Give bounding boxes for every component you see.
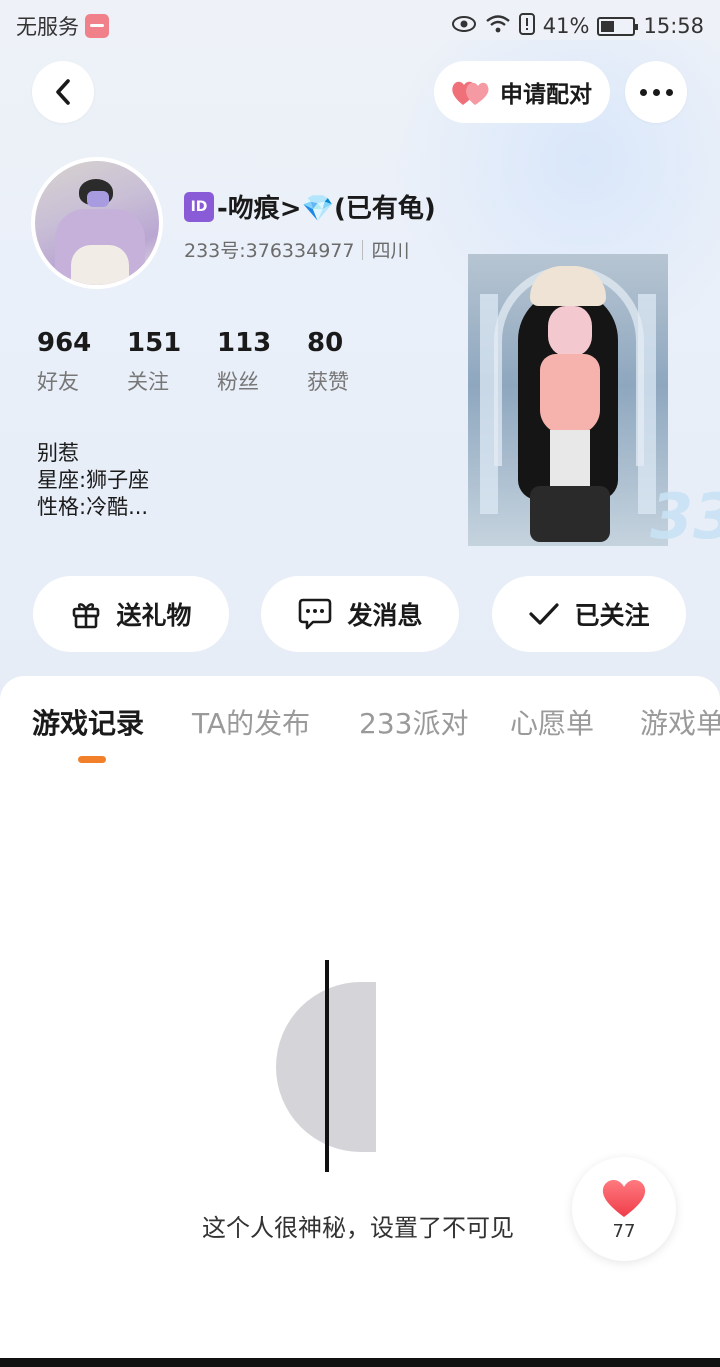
stat-label: 粉丝 [217, 370, 259, 394]
apply-pair-label: 申请配对 [500, 82, 592, 108]
account-id[interactable]: 233号:376334977 [184, 236, 354, 263]
battery-percent: 41% [542, 14, 590, 38]
stat-fans[interactable]: 113 粉丝 [217, 328, 307, 396]
stat-value: 151 [127, 328, 182, 358]
tab-game-records[interactable]: 游戏记录 [32, 702, 144, 742]
bio-line: 别惹 [37, 441, 79, 465]
bio: 别惹 星座:狮子座 性格:冷酷... [37, 440, 149, 521]
back-button[interactable] [32, 61, 94, 123]
eye-icon [451, 14, 477, 38]
stat-likes[interactable]: 80 获赞 [307, 328, 397, 396]
like-count: 77 [612, 1220, 636, 1242]
tab-233-party[interactable]: 233派对 [359, 702, 468, 742]
clock: 15:58 [643, 14, 704, 38]
send-gift-button[interactable]: 送礼物 [33, 576, 229, 652]
double-heart-icon [452, 81, 489, 105]
heart-icon [602, 1179, 646, 1217]
chevron-left-icon [56, 79, 70, 105]
more-options-button[interactable] [625, 61, 687, 123]
send-message-label: 发消息 [347, 601, 423, 630]
system-nav-bar [0, 1358, 720, 1367]
stat-label: 获赞 [307, 370, 349, 394]
bio-line: 星座:狮子座 [37, 468, 150, 492]
stats-row: 964 好友 151 关注 113 粉丝 80 获赞 [37, 328, 397, 396]
apply-pair-button[interactable]: 申请配对 [434, 61, 610, 123]
figure-stage-badge: 33 [650, 480, 720, 553]
carrier-text: 无服务 [16, 15, 79, 39]
meta-divider [362, 239, 364, 260]
send-message-button[interactable]: 发消息 [261, 576, 459, 652]
stat-label: 关注 [127, 370, 169, 394]
status-bar: 无服务 41% 15:58 [0, 0, 720, 52]
status-left: 无服务 [16, 11, 109, 41]
chat-bubble-icon [299, 598, 332, 630]
stat-value: 964 [37, 328, 92, 358]
app-notification-icon [85, 14, 109, 38]
following-label: 已关注 [574, 601, 650, 630]
stat-following[interactable]: 151 关注 [127, 328, 217, 396]
active-tab-indicator [78, 756, 106, 763]
more-dots-icon [639, 88, 673, 96]
region: 四川 [371, 240, 410, 262]
nickname-row: ID -吻痕>💎(已有龟) [184, 188, 436, 225]
privacy-empty-illustration [276, 960, 396, 1172]
alert-icon [518, 12, 535, 40]
send-gift-label: 送礼物 [116, 601, 192, 630]
nickname: -吻痕>💎(已有龟) [217, 194, 436, 224]
gift-icon [73, 603, 100, 629]
battery-icon [597, 16, 639, 36]
character-avatar-figure[interactable] [468, 254, 668, 546]
checkmark-icon [529, 603, 560, 625]
bio-line: 性格:冷酷... [37, 495, 149, 519]
battery-fill [601, 20, 614, 32]
tab-game-list[interactable]: 游戏单 [640, 702, 720, 742]
stat-friends[interactable]: 964 好友 [37, 328, 127, 396]
stat-value: 113 [217, 328, 272, 358]
avatar[interactable] [31, 157, 163, 289]
stat-label: 好友 [37, 370, 79, 394]
wifi-icon [485, 14, 511, 39]
following-button[interactable]: 已关注 [492, 576, 686, 652]
like-button[interactable]: 77 [572, 1157, 676, 1261]
status-right: 41% 15:58 [451, 12, 704, 40]
tab-posts[interactable]: TA的发布 [192, 702, 310, 742]
tab-bar: 游戏记录 TA的发布 233派对 心愿单 游戏单 [0, 676, 720, 766]
tab-wishlist[interactable]: 心愿单 [510, 702, 594, 742]
account-meta: 233号:376334977 四川 [184, 236, 409, 263]
id-badge-icon: ID [184, 191, 214, 222]
stat-value: 80 [307, 328, 344, 358]
